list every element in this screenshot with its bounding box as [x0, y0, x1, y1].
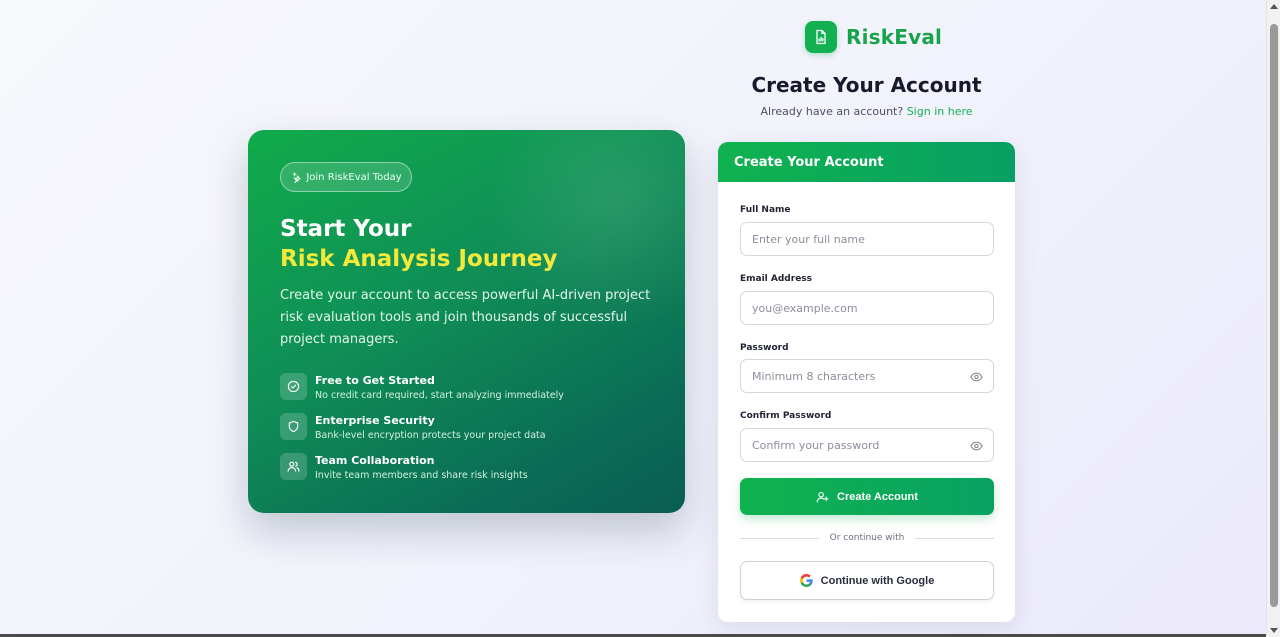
- hero-description: Create your account to access powerful A…: [280, 288, 651, 347]
- shield-icon: [280, 413, 307, 440]
- feature-desc: Invite team members and share risk insig…: [315, 470, 528, 481]
- signin-prompt-text: Already have an account?: [760, 105, 904, 118]
- confirm-password-input[interactable]: [752, 438, 952, 452]
- full-name-input[interactable]: [752, 232, 952, 246]
- email-input[interactable]: [752, 301, 952, 315]
- hero-card: Join RiskEval Today Start Your Risk Anal…: [248, 130, 685, 513]
- join-badge-label: Join RiskEval Today: [306, 171, 402, 183]
- brand[interactable]: RiskEval: [805, 21, 942, 53]
- email-label: Email Address: [740, 274, 813, 284]
- document-chart-icon: [805, 21, 837, 53]
- google-icon: [799, 574, 813, 587]
- sparkles-icon: [293, 171, 302, 183]
- join-badge: Join RiskEval Today: [280, 162, 412, 192]
- feature-item: Free to Get Started No credit card requi…: [280, 373, 564, 413]
- divider-text: Or continue with: [829, 533, 905, 543]
- or-divider: Or continue with: [740, 532, 995, 544]
- feature-item: Team Collaboration Invite team members a…: [280, 453, 564, 493]
- full-name-label: Full Name: [740, 205, 791, 215]
- page-scrollbar[interactable]: [1266, 0, 1280, 637]
- users-icon: [280, 453, 307, 480]
- full-name-field-wrapper: [740, 222, 994, 256]
- eye-icon[interactable]: [970, 371, 983, 383]
- divider-line: [740, 537, 819, 539]
- password-input[interactable]: [752, 369, 952, 383]
- user-plus-icon: [816, 491, 829, 502]
- password-label: Password: [740, 343, 789, 353]
- form-header: Create Your Account: [718, 142, 1015, 182]
- brand-name: RiskEval: [846, 25, 943, 49]
- feature-list: Free to Get Started No credit card requi…: [280, 373, 564, 493]
- email-field-wrapper: [740, 291, 994, 325]
- google-signin-label: Continue with Google: [820, 574, 935, 587]
- create-account-label: Create Account: [837, 490, 918, 503]
- divider-line: [915, 537, 995, 539]
- hero-title-line2: Risk Analysis Journey: [280, 246, 558, 272]
- create-account-button[interactable]: Create Account: [740, 478, 994, 515]
- signin-prompt: Already have an account? Sign in here: [718, 105, 1015, 118]
- feature-title: Enterprise Security: [315, 414, 435, 427]
- eye-icon[interactable]: [970, 440, 983, 452]
- hero-title-line1: Start Your: [280, 216, 412, 242]
- feature-item: Enterprise Security Bank-level encryptio…: [280, 413, 564, 453]
- scroll-down-icon[interactable]: [1270, 628, 1278, 633]
- feature-desc: Bank-level encryption protects your proj…: [315, 430, 546, 441]
- confirm-password-field-wrapper: [740, 428, 994, 462]
- google-signin-button[interactable]: Continue with Google: [740, 561, 994, 600]
- scroll-up-icon[interactable]: [1270, 4, 1278, 9]
- confirm-password-label: Confirm Password: [740, 411, 832, 421]
- signup-form-card: Create Your Account Full Name Email Addr…: [718, 142, 1015, 622]
- feature-title: Team Collaboration: [315, 454, 435, 467]
- scrollbar-thumb[interactable]: [1270, 24, 1278, 607]
- password-field-wrapper: [740, 359, 994, 393]
- check-circle-icon: [280, 373, 307, 400]
- feature-title: Free to Get Started: [315, 374, 435, 387]
- page-title: Create Your Account: [751, 73, 982, 97]
- signin-link[interactable]: Sign in here: [907, 105, 973, 118]
- feature-desc: No credit card required, start analyzing…: [315, 390, 564, 401]
